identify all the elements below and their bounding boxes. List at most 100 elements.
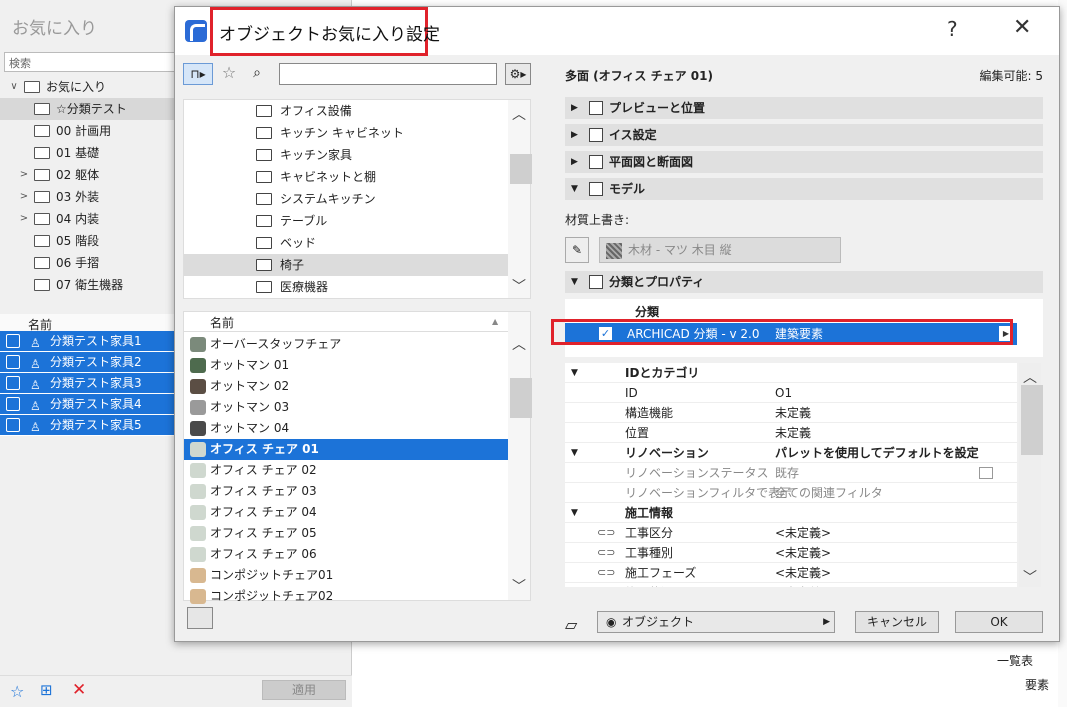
chevron-right-icon[interactable]: >	[18, 186, 30, 208]
property-scrollbar[interactable]: ︿ ﹀	[1019, 363, 1043, 587]
favorites-star-icon[interactable]: ☆	[217, 63, 241, 85]
scroll-down-icon[interactable]: ﹀	[512, 576, 526, 596]
category-item[interactable]: システムキッチン	[184, 188, 508, 210]
object-scrollbar[interactable]: ︿ ﹀	[508, 312, 532, 600]
section-floorplan-section[interactable]: ▶ 平面図と断面図	[565, 151, 1043, 173]
category-item[interactable]: 医療機器	[184, 276, 508, 298]
category-item[interactable]: キッチン キャビネット	[184, 122, 508, 144]
brush-icon[interactable]: ✎	[565, 237, 589, 263]
favorites-list-item[interactable]: ♙ 分類テスト家具2	[0, 352, 180, 373]
object-list-item[interactable]: オットマン 04	[184, 418, 508, 439]
scroll-up-icon[interactable]: ︿	[512, 104, 526, 124]
apply-button[interactable]: 適用	[262, 680, 346, 700]
collapse-arrow-icon[interactable]: ▼	[571, 503, 578, 523]
scroll-thumb[interactable]	[510, 154, 532, 184]
favorites-list-header[interactable]: 名前	[0, 314, 180, 332]
favorites-list-item[interactable]: ♙ 分類テスト家具4	[0, 394, 180, 415]
property-row[interactable]: 構造機能 未定義	[565, 403, 1017, 423]
library-manager-icon[interactable]	[187, 607, 213, 629]
category-scrollbar[interactable]: ︿ ﹀	[508, 100, 532, 298]
category-item[interactable]: キャビネットと棚	[184, 166, 508, 188]
collapse-arrow-icon[interactable]: ▼	[571, 443, 578, 463]
object-thumbnail-icon	[190, 589, 206, 604]
chevron-right-icon[interactable]: >	[18, 164, 30, 186]
object-list-item[interactable]: オットマン 03	[184, 397, 508, 418]
library-search-input[interactable]	[279, 63, 497, 85]
favorites-list-item[interactable]: ♙ 分類テスト家具5	[0, 415, 180, 436]
category-item[interactable]: キッチン家具	[184, 144, 508, 166]
favorites-tree-item[interactable]: ☆分類テスト	[0, 98, 180, 120]
palette-icon[interactable]	[979, 467, 993, 479]
section-model[interactable]: ▼ モデル	[565, 178, 1043, 200]
delete-icon[interactable]: ✕	[72, 680, 86, 700]
cancel-button[interactable]: キャンセル	[855, 611, 939, 633]
ok-button[interactable]: OK	[955, 611, 1043, 633]
layer-select[interactable]: ◉ オブジェクト ▶	[597, 611, 835, 633]
object-list-item[interactable]: オフィス チェア 01	[184, 439, 508, 460]
scroll-up-icon[interactable]: ︿	[512, 334, 526, 354]
chevron-right-icon[interactable]: >	[18, 208, 30, 230]
folder-icon	[256, 149, 272, 161]
close-button[interactable]: ✕	[1013, 15, 1031, 40]
scroll-thumb[interactable]	[510, 378, 532, 418]
nav-item-schedules[interactable]: 一覧表	[997, 652, 1033, 669]
section-classification-properties[interactable]: ▼ 分類とプロパティ	[565, 271, 1043, 293]
category-item[interactable]: オフィス設備	[184, 100, 508, 122]
favorites-search-input[interactable]: 検索	[4, 52, 184, 72]
property-row[interactable]: リノベーションフィルタで表示 全ての関連フィルタ	[565, 483, 1017, 503]
property-row[interactable]: ⊂⊃ 工事区分 <未定義>	[565, 523, 1017, 543]
collapse-arrow-icon[interactable]: ▼	[571, 363, 578, 383]
settings-gear-icon[interactable]: ⚙▸	[505, 63, 531, 85]
object-list-header[interactable]: 名前 ▲	[184, 312, 508, 332]
object-list-item[interactable]: コンポジットチェア02	[184, 586, 508, 607]
property-row[interactable]: ⊂⊃ 工事種別 <未定義>	[565, 543, 1017, 563]
favorites-tree-item[interactable]: >04 内装	[0, 208, 180, 230]
scroll-down-icon[interactable]: ﹀	[512, 276, 526, 296]
property-row[interactable]: ⊂⊃ 施工フェーズ <未定義>	[565, 563, 1017, 583]
category-item[interactable]: テーブル	[184, 210, 508, 232]
property-row[interactable]: 位置 未定義	[565, 423, 1017, 443]
nav-item-elements[interactable]: 要素	[1025, 676, 1049, 693]
chevron-down-icon[interactable]: ∨	[8, 76, 20, 98]
favorites-tree-item[interactable]: 00 計画用	[0, 120, 180, 142]
category-item[interactable]: ベッド	[184, 232, 508, 254]
favorites-tree-item[interactable]: 05 階段	[0, 230, 180, 252]
help-button[interactable]: ?	[947, 17, 958, 41]
favorites-tree-item[interactable]: >02 躯体	[0, 164, 180, 186]
object-list-item[interactable]: オーバースタッフチェア	[184, 334, 508, 355]
property-row[interactable]: ⊂⊃ 施工状況 <未定義>	[565, 583, 1017, 587]
object-list-item[interactable]: オフィス チェア 04	[184, 502, 508, 523]
favorites-list-item[interactable]: ♙ 分類テスト家具3	[0, 373, 180, 394]
property-group[interactable]: ▼ IDとカテゴリ	[565, 363, 1017, 383]
property-row[interactable]: リノベーションステータス 既存	[565, 463, 1017, 483]
object-list-item[interactable]: オットマン 01	[184, 355, 508, 376]
object-list-item[interactable]: オフィス チェア 05	[184, 523, 508, 544]
favorites-tree-item[interactable]: 01 基礎	[0, 142, 180, 164]
object-list-item[interactable]: オフィス チェア 03	[184, 481, 508, 502]
property-name: IDとカテゴリ	[625, 366, 700, 380]
property-row[interactable]: ID O1	[565, 383, 1017, 403]
section-chair-settings[interactable]: ▶ イス設定	[565, 124, 1043, 146]
object-list-item[interactable]: オフィス チェア 02	[184, 460, 508, 481]
search-icon[interactable]: ⌕	[245, 63, 269, 85]
object-type-menu-icon[interactable]: ⊓▸	[183, 63, 213, 85]
scroll-down-icon[interactable]: ﹀	[1023, 567, 1037, 587]
favorites-tree-item[interactable]: ∨ お気に入り	[0, 76, 180, 98]
new-folder-icon[interactable]: ⊞	[40, 681, 53, 699]
property-group[interactable]: ▼ リノベーション パレットを使用してデフォルトを設定	[565, 443, 1017, 463]
scroll-up-icon[interactable]: ︿	[1023, 367, 1037, 387]
property-group[interactable]: ▼ 施工情報	[565, 503, 1017, 523]
favorites-list-item[interactable]: ♙ 分類テスト家具1	[0, 331, 180, 352]
object-list-item[interactable]: オットマン 02	[184, 376, 508, 397]
section-preview-position[interactable]: ▶ プレビューと位置	[565, 97, 1043, 119]
object-list-item[interactable]: コンポジットチェア01	[184, 565, 508, 586]
favorites-tree-item[interactable]: >03 外装	[0, 186, 180, 208]
material-override-picker[interactable]: 木材 - マツ 木目 縦	[599, 237, 841, 263]
category-item[interactable]: 椅子	[184, 254, 508, 276]
favorites-tree-item[interactable]: 07 衛生機器	[0, 274, 180, 296]
dialog-titlebar: オブジェクトお気に入り設定 ? ✕	[175, 7, 1059, 56]
favorites-tree-item[interactable]: 06 手摺	[0, 252, 180, 274]
scroll-thumb[interactable]	[1021, 385, 1043, 455]
object-list-item[interactable]: オフィス チェア 06	[184, 544, 508, 565]
star-add-icon[interactable]: ☆	[10, 682, 24, 701]
